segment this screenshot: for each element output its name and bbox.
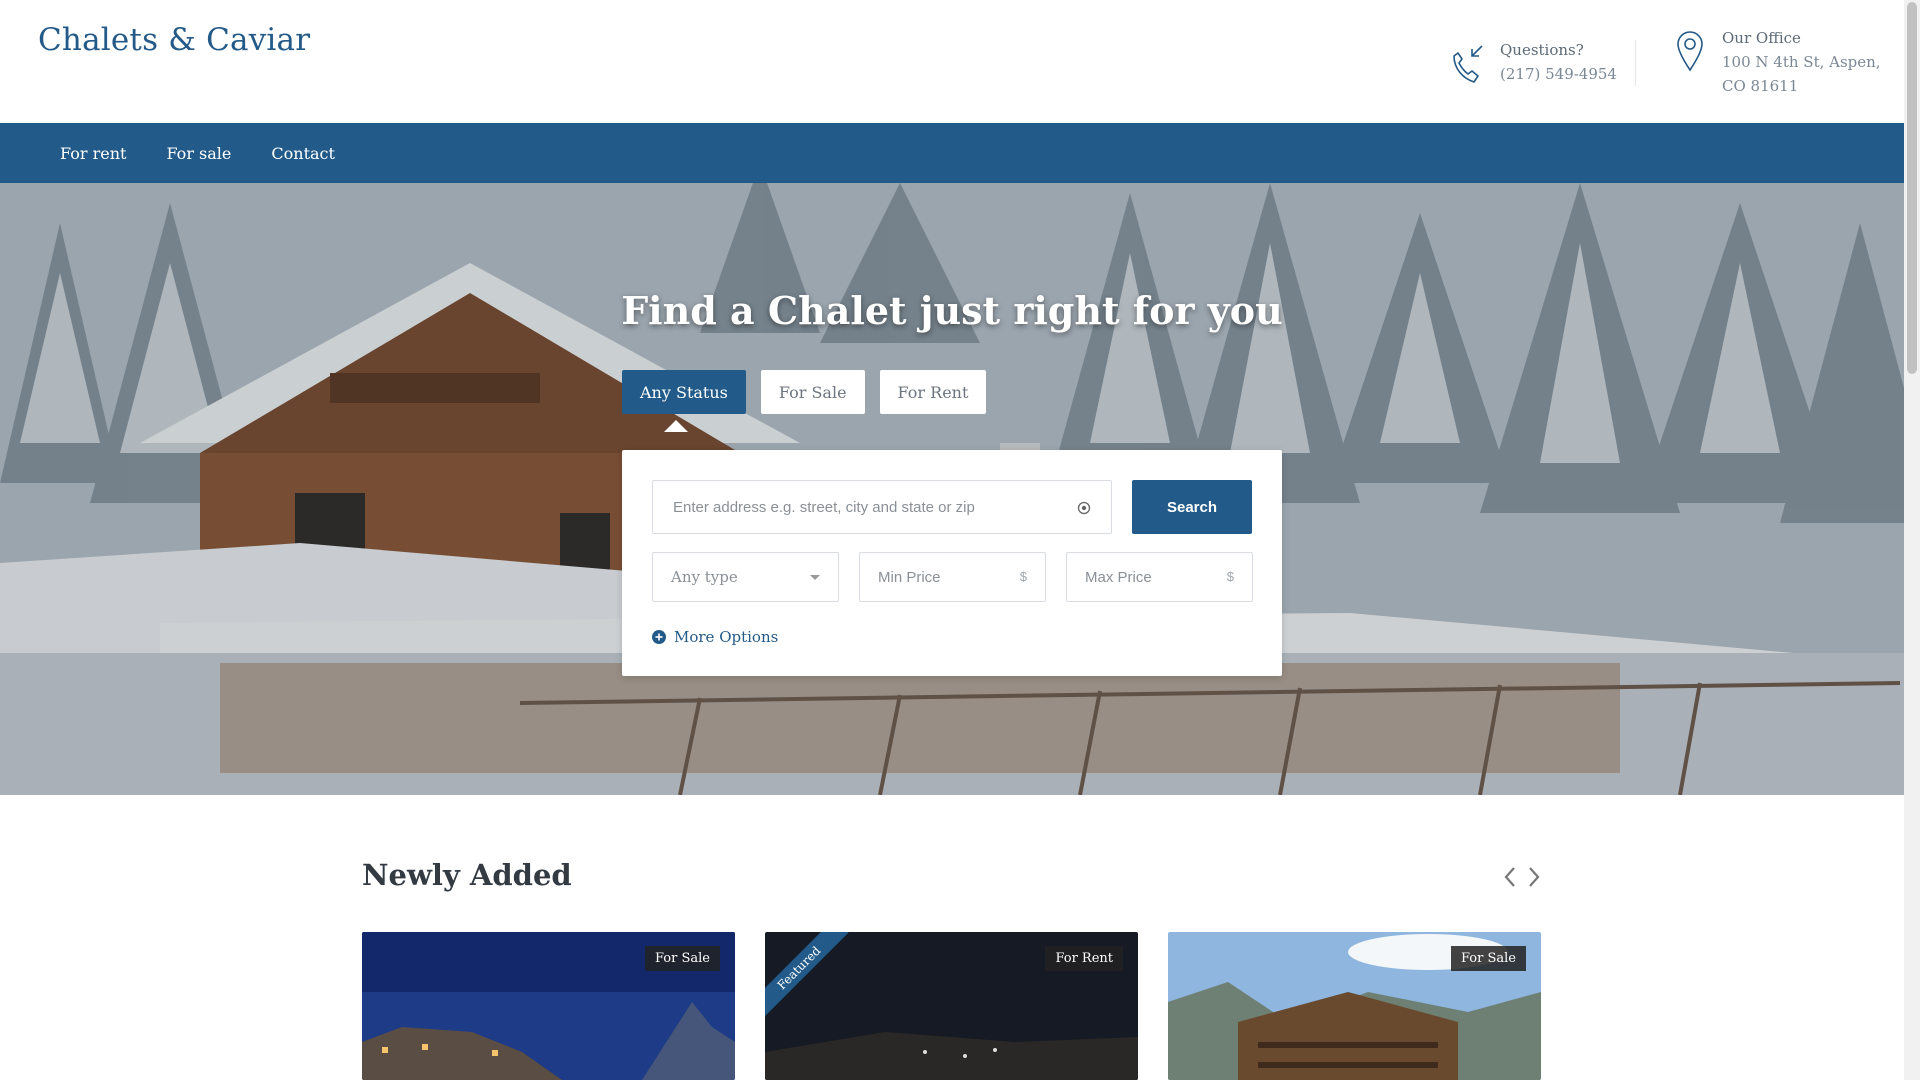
nav-item-for-sale[interactable]: For sale (166, 144, 231, 163)
phone-incoming-icon (1453, 45, 1483, 83)
min-price-field[interactable]: Min Price $ (859, 552, 1046, 602)
site-header: Chalets & Caviar Questions? (217) 549-49… (0, 0, 1904, 123)
page-scrollbar[interactable] (1904, 0, 1920, 1080)
listing-cards: For Sale Featured For Rent For Sale (362, 932, 1571, 1080)
phone-number[interactable]: (217) 549-4954 (1500, 62, 1617, 86)
dollar-icon: $ (1226, 569, 1234, 584)
nav-item-for-rent[interactable]: For rent (60, 144, 126, 163)
listing-card[interactable]: Featured For Rent (765, 932, 1138, 1080)
tab-any-status[interactable]: Any Status (622, 370, 746, 432)
search-panel: Search Any type Min Price $ Max Price $ … (622, 450, 1282, 676)
listing-card[interactable]: For Sale (362, 932, 735, 1080)
header-divider (1635, 40, 1636, 86)
tab-for-sale[interactable]: For Sale (760, 370, 865, 414)
hero-banner: Find a Chalet just right for you Any Sta… (0, 183, 1904, 795)
max-price-field[interactable]: Max Price $ (1066, 552, 1253, 602)
dollar-icon: $ (1019, 569, 1027, 584)
office-title: Our Office (1722, 29, 1801, 47)
office-contact: Our Office 100 N 4th St, Aspen, CO 81611 (1670, 26, 1881, 98)
listing-card[interactable]: For Sale (1168, 932, 1541, 1080)
more-options-link[interactable]: More Options (652, 628, 778, 646)
office-address-line2: CO 81611 (1722, 77, 1799, 95)
address-input[interactable] (673, 498, 1053, 516)
chevron-right-icon[interactable] (1522, 862, 1546, 892)
main-nav: For rent For sale Contact (0, 123, 1904, 183)
nav-item-contact[interactable]: Contact (271, 144, 335, 163)
phone-title: Questions? (1500, 41, 1584, 59)
hero-title: Find a Chalet just right for you (621, 288, 1283, 333)
max-price-placeholder: Max Price (1085, 568, 1152, 586)
plus-circle-icon (652, 630, 666, 644)
scrollbar-thumb[interactable] (1907, 2, 1917, 374)
status-badge: For Sale (1451, 946, 1526, 971)
min-price-placeholder: Min Price (878, 568, 941, 586)
status-tabs: Any Status For Sale For Rent (622, 370, 1001, 432)
newly-added-title: Newly Added (362, 858, 572, 892)
search-button[interactable]: Search (1132, 480, 1252, 534)
office-address-line1: 100 N 4th St, Aspen, (1722, 53, 1881, 71)
type-select-value: Any type (671, 568, 738, 586)
status-badge: For Sale (645, 946, 720, 971)
slider-arrows (1498, 862, 1546, 892)
more-options-label: More Options (674, 628, 779, 646)
chevron-down-icon (810, 575, 820, 580)
tab-for-rent[interactable]: For Rent (879, 370, 987, 414)
site-logo[interactable]: Chalets & Caviar (38, 22, 310, 58)
map-pin-icon (1677, 31, 1703, 72)
phone-contact: Questions? (217) 549-4954 (1448, 38, 1617, 90)
type-select[interactable]: Any type (652, 552, 839, 602)
status-badge: For Rent (1045, 946, 1123, 971)
chevron-left-icon[interactable] (1498, 862, 1522, 892)
crosshair-icon[interactable] (1077, 501, 1091, 515)
address-field[interactable] (652, 480, 1112, 534)
